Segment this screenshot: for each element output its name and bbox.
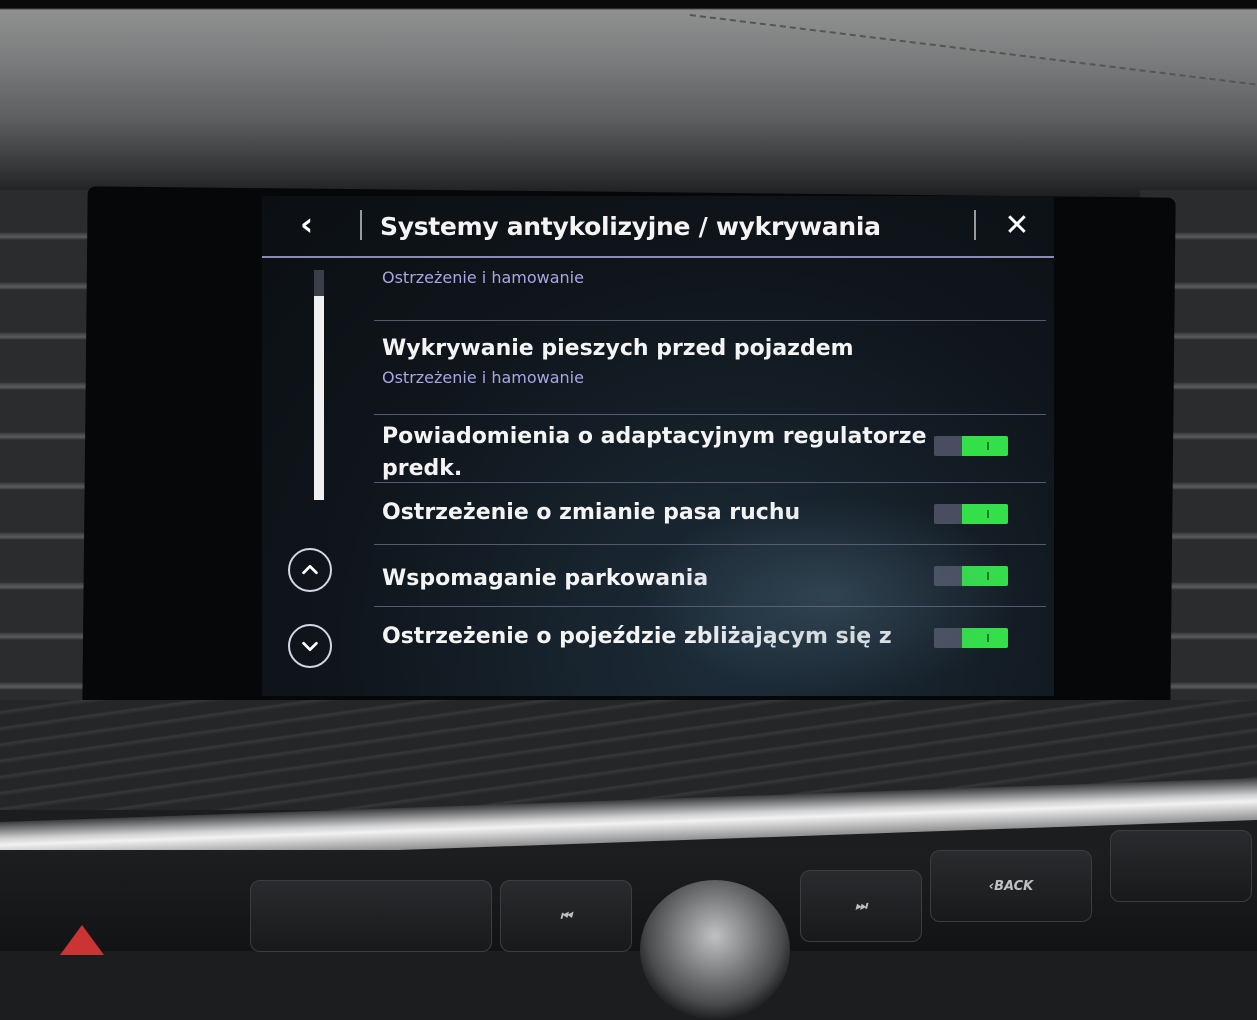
list-item-label: Wspomaganie parkowania <box>382 566 709 591</box>
prev-track-button[interactable]: ⏮ <box>500 880 632 952</box>
list-item-label: Ostrzeżenie o pojeździe zbliżającym się … <box>382 624 892 649</box>
toggle-switch[interactable] <box>934 566 1008 586</box>
skip-back-icon: ⏮ <box>560 908 572 924</box>
toggle-tick <box>987 442 989 450</box>
chevron-up-icon <box>302 564 318 575</box>
list-item-rear-cross-traffic[interactable]: Ostrzeżenie o pojeździe zbliżającym się … <box>374 606 1046 696</box>
page-title: Systemy antykolizyjne / wykrywania <box>380 212 881 241</box>
toggle-tick <box>987 510 989 518</box>
list-item-lane-change-warning[interactable]: Ostrzeżenie o zmianie pasa ruchu <box>374 482 1046 545</box>
list-item-pedestrian-detection[interactable]: Wykrywanie pieszych przed pojazdem Ostrz… <box>374 320 1046 415</box>
scroll-up-button[interactable] <box>288 548 332 592</box>
list-item-collision-warning[interactable]: Ostrzeżenie i hamowanie <box>374 258 1046 321</box>
screen-header: ‹ Systemy antykolizyjne / wykrywania ✕ <box>262 196 1054 258</box>
toggle-switch[interactable] <box>934 436 1008 456</box>
list-item-label: Ostrzeżenie o zmianie pasa ruchu <box>382 500 801 525</box>
list-item-label: Wykrywanie pieszych przed pojazdem <box>382 336 854 361</box>
camera-button[interactable] <box>1110 830 1252 902</box>
list-item-sublabel: Ostrzeżenie i hamowanie <box>382 368 584 387</box>
chevron-down-icon <box>302 641 318 652</box>
dashboard-top <box>0 0 1257 200</box>
list-item-acc-notifications[interactable]: Powiadomienia o adaptacyjnym regulatorze… <box>374 414 1046 483</box>
toggle-on-fill <box>962 436 1008 456</box>
home-button[interactable] <box>250 880 492 952</box>
list-item-label: Powiadomienia o adaptacyjnym regulatorze <box>382 424 927 449</box>
back-hardware-label: ‹BACK <box>988 878 1034 894</box>
toggle-tick <box>987 572 989 580</box>
volume-knob[interactable] <box>640 880 790 1020</box>
toggle-on-fill <box>962 566 1008 586</box>
infotainment-screen: ‹ Systemy antykolizyjne / wykrywania ✕ O… <box>262 196 1054 696</box>
header-divider <box>360 210 362 240</box>
toggle-switch[interactable] <box>934 504 1008 524</box>
close-icon[interactable]: ✕ <box>1000 208 1034 244</box>
list-item-sublabel: Ostrzeżenie i hamowanie <box>382 268 584 287</box>
scrollbar-thumb[interactable] <box>314 296 324 500</box>
skip-forward-icon: ⏭ <box>855 898 867 914</box>
toggle-tick <box>987 634 989 642</box>
chevron-left-icon[interactable]: ‹ <box>300 206 330 242</box>
list-item-park-assist[interactable]: Wspomaganie parkowania <box>374 544 1046 607</box>
header-divider <box>974 210 976 240</box>
toggle-switch[interactable] <box>934 628 1008 648</box>
next-track-button[interactable]: ⏭ <box>800 870 922 942</box>
toggle-on-fill <box>962 628 1008 648</box>
scroll-down-button[interactable] <box>288 624 332 668</box>
toggle-on-fill <box>962 504 1008 524</box>
list-item-label-line2: predk. <box>382 456 463 481</box>
back-hardware-button[interactable]: ‹BACK <box>930 850 1092 922</box>
